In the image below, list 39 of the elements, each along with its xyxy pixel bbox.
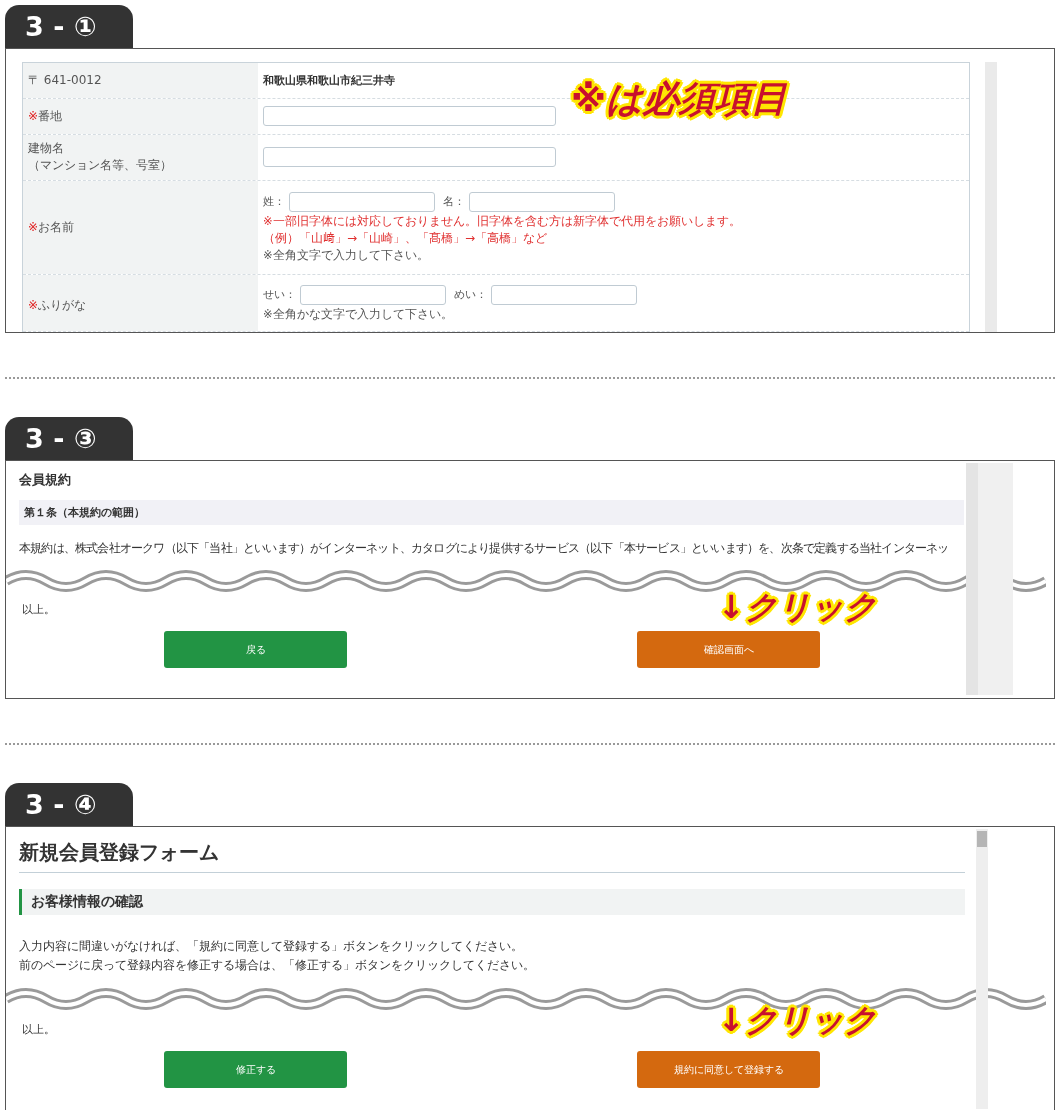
callout-text: ↓クリック [718,587,877,628]
hint-text: ※全角かな文字で入力して下さい。 [263,306,454,322]
closing-text: 以上。 [22,603,55,617]
section-title: 会員規約 [19,471,71,489]
hint-text: ※全角文字で入力して下さい。 [263,247,430,263]
field-label: 姓： [263,194,285,210]
scrollbar[interactable] [985,62,997,332]
field-label: 建物名 （マンション名等、号室） [23,134,258,180]
terms-text: 本規約は、株式会社オークワ（以下「当社」といいます）がインターネット、カタログにより提供するサービス（以下「本サービス」といいます）を、次条で定義する当社インターネッ [19,540,949,557]
text-input[interactable] [289,191,435,212]
callout-text: ※は必須項目 [571,77,787,121]
field-label: ※ふりがな [23,275,258,331]
hint-text: （例）「山﨑」→「山崎」、「髙橋」→「高橋」など [263,230,549,246]
field-label: 名： [443,194,465,210]
section-heading: お客様情報の確認 [19,889,965,915]
hint-text: ※一部旧字体には対応しておりません。旧字体を含む方は新字体で代用をお願いします。 [263,213,742,229]
scrollbar[interactable] [976,829,988,1109]
form-button[interactable]: 戻る [164,631,347,668]
closing-text: 以上。 [22,1023,55,1037]
form-button[interactable]: 規約に同意して登録する [637,1051,820,1088]
text-input[interactable] [469,191,615,212]
field-label: ※お名前 [23,180,258,275]
text-input[interactable] [263,106,556,127]
instruction-text: 入力内容に間違いがなければ、「規約に同意して登録する」ボタンをクリックしてください。 [19,938,524,955]
text-input[interactable] [300,284,446,305]
field-label: めい： [454,287,487,303]
field-label: 〒 641-0012 [23,63,258,98]
form-button[interactable]: 修正する [164,1051,347,1088]
article-heading: 第１条（本規約の範囲） [19,500,964,525]
scrollbar[interactable] [966,463,978,695]
field-label: ※番地 [23,98,258,134]
page-title: 新規会員登録フォーム [19,837,965,873]
field-label: せい： [263,287,296,303]
instruction-text: 前のページに戻って登録内容を修正する場合は、「修正する」ボタンをクリックしてください。 [19,957,535,974]
address-value: 和歌山県和歌山市紀三井寺 [263,72,396,88]
callout-text: ↓クリック [718,1000,877,1041]
form-button[interactable]: 確認画面へ [637,631,820,668]
text-input[interactable] [263,147,556,168]
text-input[interactable] [491,284,637,305]
